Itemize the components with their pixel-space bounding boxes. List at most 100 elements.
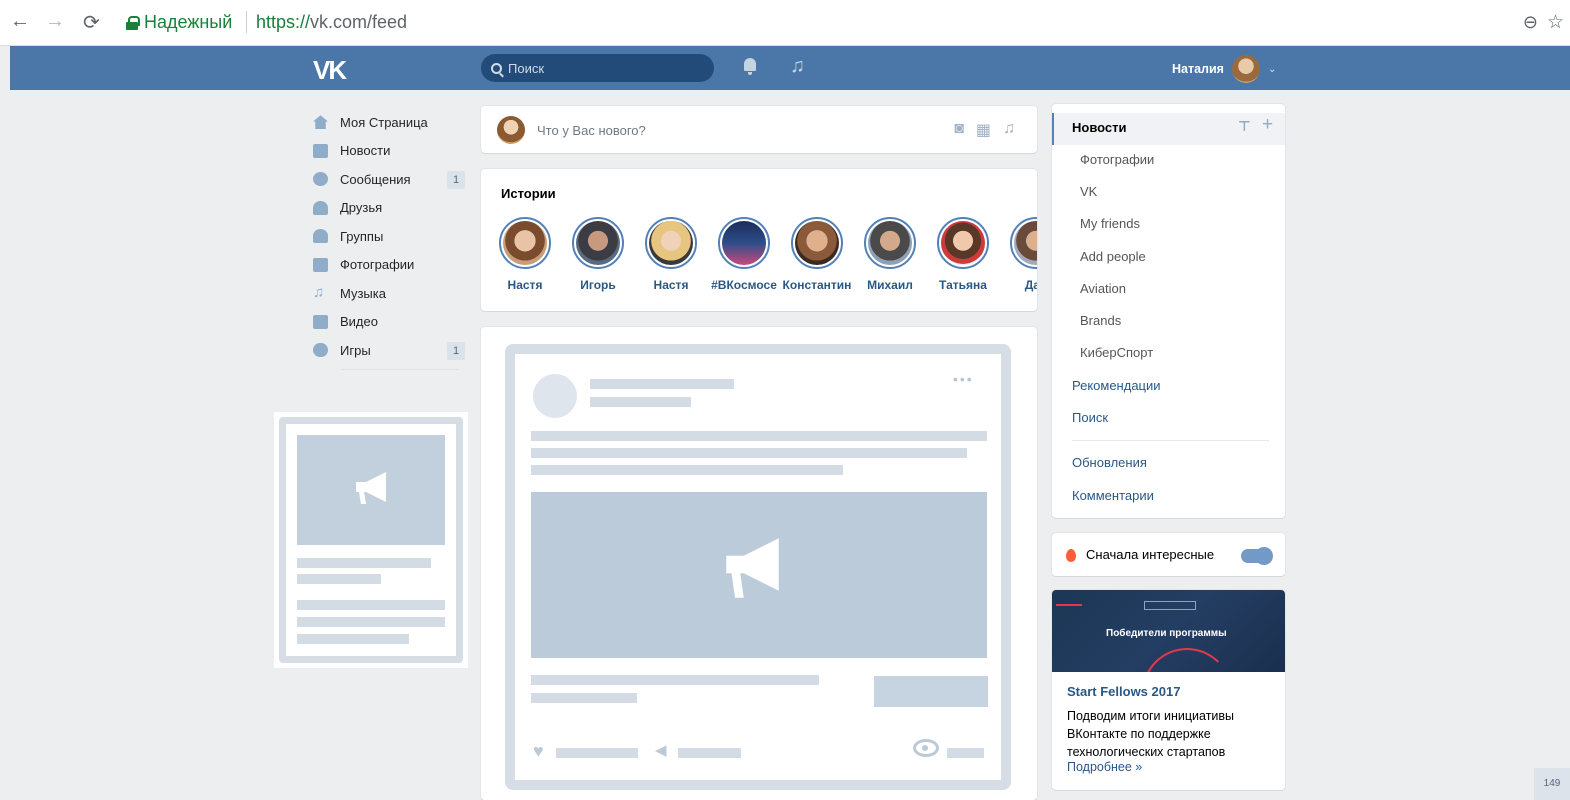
secure-indicator[interactable]: Надежный xyxy=(126,12,232,33)
story-avatar xyxy=(649,221,693,265)
search-input[interactable] xyxy=(508,60,698,76)
games-icon xyxy=(313,343,328,358)
address-bar[interactable]: https://vk.com/feed xyxy=(256,12,407,33)
search-box[interactable] xyxy=(481,54,714,82)
menu-item-groups[interactable]: Группы xyxy=(313,222,465,251)
reload-icon[interactable]: ⟳ xyxy=(83,10,100,35)
menu-item-news[interactable]: Новости xyxy=(313,137,465,166)
video-icon xyxy=(313,314,328,329)
story-name: Игорь xyxy=(580,278,616,292)
story-ring xyxy=(864,217,916,269)
story-item[interactable]: #ВКосмосе xyxy=(708,217,780,292)
ad-text-placeholder xyxy=(297,600,445,610)
filter-item-recommendations[interactable]: Рекомендации xyxy=(1072,370,1161,402)
vk-logo[interactable]: VK xyxy=(313,55,347,86)
post-button-placeholder xyxy=(874,676,988,707)
story-item[interactable]: Настя xyxy=(635,217,707,292)
filter-item-sub[interactable]: Фотографии xyxy=(1080,144,1154,176)
forward-arrow-icon[interactable]: → xyxy=(45,10,65,33)
like-heart-icon[interactable]: ♥ xyxy=(533,741,544,762)
zoom-out-icon[interactable]: ⊖ xyxy=(1523,12,1538,33)
story-avatar xyxy=(1014,221,1037,265)
story-item[interactable]: Игорь xyxy=(562,217,634,292)
menu-item-video[interactable]: Видео xyxy=(313,308,465,337)
megaphone-icon xyxy=(356,472,386,504)
left-menu: Моя Страница Новости Сообщения 1 Друзья … xyxy=(313,108,465,365)
filter-item-updates[interactable]: Обновления xyxy=(1072,447,1147,479)
story-item[interactable]: Дан xyxy=(1000,217,1037,292)
avatar xyxy=(1231,55,1260,83)
menu-item-messages[interactable]: Сообщения 1 xyxy=(313,165,465,194)
filter-funnel-icon[interactable]: ⊤ xyxy=(1238,118,1251,135)
user-menu[interactable]: Наталия ⌄ xyxy=(1172,55,1276,83)
user-name: Наталия xyxy=(1172,62,1224,76)
filter-item-sub[interactable]: КиберСпорт xyxy=(1080,337,1153,369)
ad-text-placeholder xyxy=(297,634,409,644)
story-ring xyxy=(572,217,624,269)
menu-item-my-page[interactable]: Моя Страница xyxy=(313,108,465,137)
filter-item-news[interactable]: Новости xyxy=(1072,112,1127,144)
banner-decoration xyxy=(1056,604,1082,608)
story-name: Настя xyxy=(507,278,543,292)
bell-icon[interactable] xyxy=(742,58,758,76)
story-avatar xyxy=(795,221,839,265)
menu-item-friends[interactable]: Друзья xyxy=(313,194,465,223)
news-icon xyxy=(313,143,328,158)
interesting-first-toggle[interactable] xyxy=(1241,547,1273,565)
share-megaphone-icon[interactable]: ◀ xyxy=(655,741,667,759)
filter-item-comments[interactable]: Комментарии xyxy=(1072,480,1154,512)
back-arrow-icon[interactable]: ← xyxy=(10,10,30,33)
interesting-first-label: Сначала интересные xyxy=(1086,547,1215,562)
author-avatar-placeholder xyxy=(533,374,577,418)
address-divider xyxy=(246,11,247,33)
unread-badge: 1 xyxy=(447,171,465,189)
menu-item-label: Музыка xyxy=(340,285,386,301)
promo-title[interactable]: Start Fellows 2017 xyxy=(1067,684,1180,699)
new-post-box[interactable]: Что у Вас нового? ◙ ▦ ♫ xyxy=(481,106,1037,153)
filter-item-sub[interactable]: Add people xyxy=(1080,241,1146,273)
filter-item-search[interactable]: Поиск xyxy=(1072,402,1108,434)
menu-item-photos[interactable]: Фотографии xyxy=(313,251,465,280)
story-name: Михаил xyxy=(867,278,913,292)
menu-item-games[interactable]: Игры 1 xyxy=(313,336,465,365)
story-item[interactable]: Татьяна xyxy=(927,217,999,292)
story-item[interactable]: Константин xyxy=(781,217,853,292)
filter-item-sub[interactable]: VK xyxy=(1080,176,1097,208)
unread-badge: 1 xyxy=(447,342,465,360)
promo-text: Подводим итоги инициативы ВКонтакте по п… xyxy=(1067,709,1235,759)
music-note-icon[interactable]: ♫ xyxy=(790,55,805,78)
post-text-placeholder xyxy=(531,675,819,685)
feed-post-placeholder: ••• ♥ ◀ xyxy=(481,327,1037,800)
menu-item-label: Друзья xyxy=(340,200,383,216)
story-item[interactable]: Настя xyxy=(489,217,561,292)
music-note-icon[interactable]: ♫ xyxy=(1003,120,1015,140)
story-item[interactable]: Михаил xyxy=(854,217,926,292)
filter-item-sub[interactable]: Aviation xyxy=(1080,273,1126,305)
banner-arc xyxy=(1142,648,1232,672)
author-name-placeholder xyxy=(590,379,734,389)
filter-item-sub[interactable]: My friends xyxy=(1080,208,1140,240)
video-icon[interactable]: ▦ xyxy=(976,120,991,140)
browser-toolbar: ← → ⟳ Надежный https://vk.com/feed ⊖ ☆ xyxy=(0,0,1570,46)
promo-block: Победители программы Start Fellows 2017 … xyxy=(1052,590,1285,790)
avatar xyxy=(497,116,525,144)
views-eye-icon xyxy=(913,739,939,757)
post-text-placeholder xyxy=(531,693,637,703)
filter-item-sub[interactable]: Brands xyxy=(1080,305,1121,337)
megaphone-icon xyxy=(726,538,779,598)
promo-banner[interactable]: Победители программы xyxy=(1052,590,1285,672)
more-options-icon[interactable]: ••• xyxy=(953,371,974,387)
promo-more-link[interactable]: Подробнее » xyxy=(1067,760,1142,774)
add-plus-icon[interactable]: + xyxy=(1262,114,1273,136)
likes-count-placeholder xyxy=(556,748,638,758)
bookmark-star-icon[interactable]: ☆ xyxy=(1547,11,1564,34)
menu-item-music[interactable]: ♫ Музыка xyxy=(313,279,465,308)
attachment-icons: ◙ ▦ ♫ xyxy=(954,120,1015,140)
story-ring xyxy=(791,217,843,269)
menu-item-label: Видео xyxy=(340,314,378,330)
new-post-prompt[interactable]: Что у Вас нового? xyxy=(537,123,646,138)
story-name: Настя xyxy=(653,278,689,292)
story-avatar xyxy=(576,221,620,265)
camera-icon[interactable]: ◙ xyxy=(954,120,964,140)
story-ring xyxy=(718,217,770,269)
